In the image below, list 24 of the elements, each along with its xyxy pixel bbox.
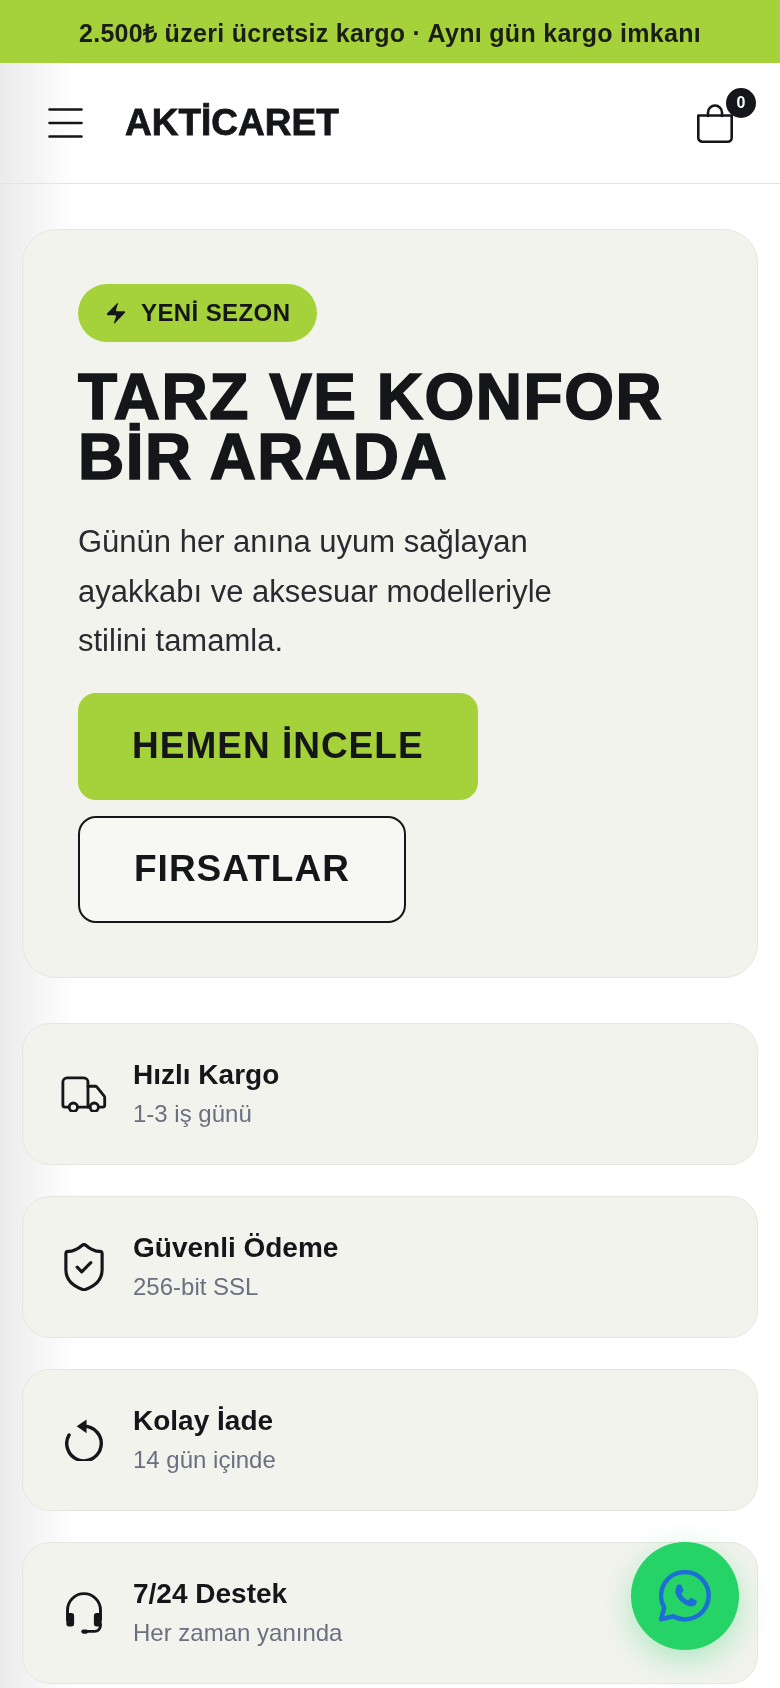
feature-subtitle: 256-bit SSL <box>133 1271 259 1302</box>
hero-title: TARZ VE KONFOR BİR ARADA <box>78 367 665 487</box>
feature-subtitle: 14 gün içinde <box>133 1444 276 1475</box>
badge-text: YENİ SEZON <box>141 299 291 327</box>
cart-count-badge: 0 <box>726 88 756 118</box>
primary-cta-button[interactable]: HEMEN İNCELE <box>78 692 478 800</box>
chat-phone-icon <box>659 1570 711 1622</box>
feature-title: Kolay İade <box>133 1404 274 1437</box>
feature-title: Güvenli Ödeme <box>133 1231 339 1264</box>
hero-description: Günün her anına uyum sağlayan ayakkabı ve aksesuar modelleriyle stilini tamamla. <box>78 523 553 660</box>
feature-subtitle: Her zaman yanında <box>133 1617 343 1648</box>
announcement-text: 2.500₺ üzeri ücretsiz kargo · Aynı gün kargo imkanı <box>78 17 702 49</box>
headset-icon <box>65 1590 103 1635</box>
menu-icon[interactable] <box>48 108 83 138</box>
feature-title: Hızlı Kargo <box>133 1058 280 1091</box>
outline-cta-button[interactable]: FIRSATLAR <box>78 815 406 923</box>
feature-title: 7/24 Destek <box>133 1577 288 1610</box>
shield-check-icon <box>64 1242 104 1291</box>
rotate-arrow-icon <box>65 1418 103 1461</box>
shopping-bag-icon[interactable] <box>696 102 734 144</box>
lightning-icon <box>107 302 125 324</box>
truck-icon <box>61 1075 107 1112</box>
feature-subtitle: 1-3 iş günü <box>133 1098 252 1129</box>
logo-text[interactable]: AKTİCARET <box>125 102 339 144</box>
